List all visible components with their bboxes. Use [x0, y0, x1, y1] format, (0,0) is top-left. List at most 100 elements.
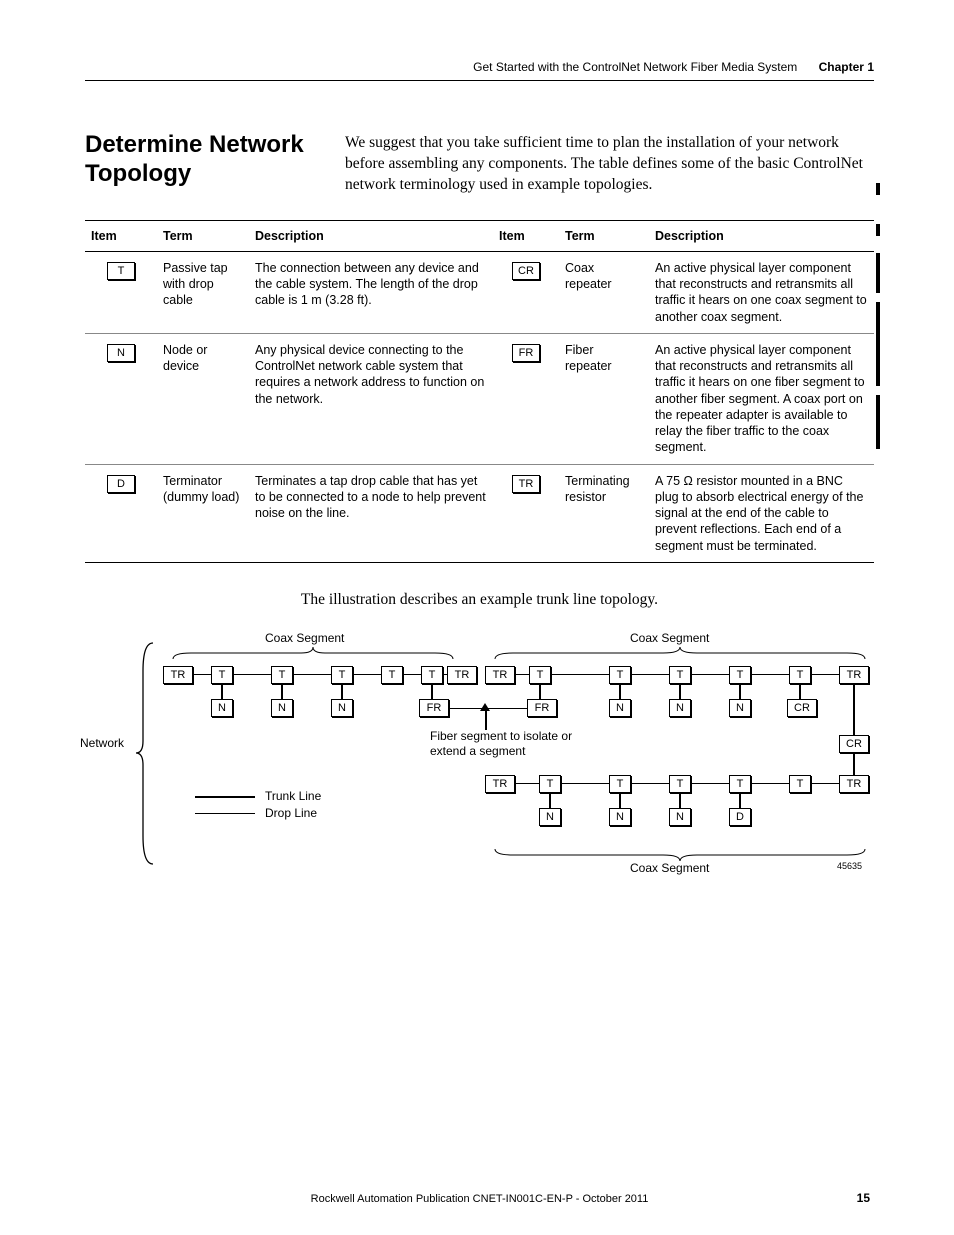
- n-box: N: [609, 808, 631, 826]
- th-desc: Description: [249, 220, 493, 251]
- legend-drop-label: Drop Line: [265, 806, 317, 820]
- section-heading: Determine Network Topology: [85, 131, 345, 196]
- change-bar: [876, 253, 880, 293]
- page-footer: Rockwell Automation Publication CNET-IN0…: [0, 1193, 954, 1205]
- link-line: [853, 683, 855, 735]
- tr-box: TR: [447, 666, 477, 684]
- t-box: T: [331, 666, 353, 684]
- page-number: 15: [857, 1191, 870, 1205]
- t-box: T: [271, 666, 293, 684]
- page-header: Get Started with the ControlNet Network …: [85, 60, 874, 81]
- link-line: [853, 753, 855, 777]
- topology-diagram: Network Coax Segment Coax Segment Coax S…: [85, 631, 875, 891]
- drop-line: [739, 792, 741, 808]
- desc: An active physical layer component that …: [649, 251, 874, 333]
- fiber-note-l1: Fiber segment to isolate or: [430, 729, 572, 743]
- intro-paragraph: We suggest that you take sufficient time…: [345, 131, 874, 196]
- d-box: D: [729, 808, 751, 826]
- t-box: T: [669, 666, 691, 684]
- drop-line: [539, 683, 541, 699]
- drop-line: [619, 792, 621, 808]
- brace-icon: [493, 847, 867, 863]
- change-bar: [876, 302, 880, 386]
- legend-trunk-line: [195, 796, 255, 798]
- drop-line: [679, 792, 681, 808]
- tr-box: TR: [485, 775, 515, 793]
- th-item: Item: [85, 220, 157, 251]
- fr-box: FR: [527, 699, 557, 717]
- th-item: Item: [493, 220, 559, 251]
- coax-segment-label: Coax Segment: [630, 631, 709, 645]
- cr-box: CR: [839, 735, 869, 753]
- change-bar: [876, 395, 880, 449]
- symbol-d: D: [107, 475, 135, 493]
- cr-box: CR: [787, 699, 817, 717]
- tr-box: TR: [485, 666, 515, 684]
- symbol-n: N: [107, 344, 135, 362]
- th-term: Term: [559, 220, 649, 251]
- arrow-line: [485, 708, 487, 730]
- t-box: T: [529, 666, 551, 684]
- term: Node or device: [157, 333, 249, 464]
- desc: An active physical layer component that …: [649, 333, 874, 464]
- fr-box: FR: [419, 699, 449, 717]
- n-box: N: [609, 699, 631, 717]
- n-box: N: [669, 808, 691, 826]
- n-box: N: [211, 699, 233, 717]
- footer-text: Rockwell Automation Publication CNET-IN0…: [85, 1193, 874, 1205]
- brace-icon: [493, 645, 867, 661]
- t-box: T: [381, 666, 403, 684]
- drop-line: [549, 792, 551, 808]
- th-term: Term: [157, 220, 249, 251]
- illustration-caption: The illustration describes an example tr…: [85, 591, 874, 609]
- desc: The connection between any device and th…: [249, 251, 493, 333]
- figure-number: 45635: [837, 861, 862, 871]
- tr-box: TR: [839, 666, 869, 684]
- term: Terminating resistor: [559, 464, 649, 562]
- term: Passive tap with drop cable: [157, 251, 249, 333]
- drop-line: [221, 683, 223, 699]
- fiber-note: Fiber segment to isolate or extend a seg…: [430, 729, 572, 759]
- table-row: N Node or device Any physical device con…: [85, 333, 874, 464]
- th-desc: Description: [649, 220, 874, 251]
- drop-line: [679, 683, 681, 699]
- t-box: T: [789, 775, 811, 793]
- legend-trunk-label: Trunk Line: [265, 789, 321, 803]
- desc: A 75 Ω resistor mounted in a BNC plug to…: [649, 464, 874, 562]
- coax-segment-label: Coax Segment: [630, 861, 709, 875]
- n-box: N: [331, 699, 353, 717]
- drop-line: [281, 683, 283, 699]
- n-box: N: [271, 699, 293, 717]
- drop-line: [799, 683, 801, 699]
- n-box: N: [729, 699, 751, 717]
- symbol-tr: TR: [512, 475, 540, 493]
- n-box: N: [539, 808, 561, 826]
- tr-box: TR: [163, 666, 193, 684]
- tr-box: TR: [839, 775, 869, 793]
- n-box: N: [669, 699, 691, 717]
- section-heading-l1: Determine Network: [85, 131, 304, 158]
- t-box: T: [609, 775, 631, 793]
- coax-segment-label: Coax Segment: [265, 631, 344, 645]
- table-row: T Passive tap with drop cable The connec…: [85, 251, 874, 333]
- term: Coax repeater: [559, 251, 649, 333]
- symbol-t: T: [107, 262, 135, 280]
- arrowhead-icon: [480, 703, 490, 711]
- symbol-fr: FR: [512, 344, 540, 362]
- desc: Terminates a tap drop cable that has yet…: [249, 464, 493, 562]
- drop-line: [619, 683, 621, 699]
- drop-line: [739, 683, 741, 699]
- t-box: T: [421, 666, 443, 684]
- header-chapter: Chapter 1: [819, 60, 874, 74]
- t-box: T: [789, 666, 811, 684]
- section-heading-l2: Topology: [85, 160, 191, 187]
- t-box: T: [669, 775, 691, 793]
- drop-line: [431, 683, 433, 699]
- t-box: T: [539, 775, 561, 793]
- drop-line: [341, 683, 343, 699]
- legend-drop-line: [195, 813, 255, 814]
- t-box: T: [729, 775, 751, 793]
- symbol-cr: CR: [512, 262, 540, 280]
- brace-icon: [135, 641, 157, 866]
- header-text: Get Started with the ControlNet Network …: [473, 60, 797, 74]
